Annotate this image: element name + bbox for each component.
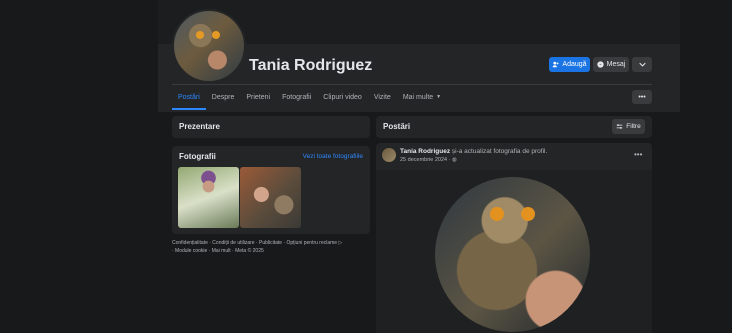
- tab-photos[interactable]: Fotografii: [276, 86, 317, 108]
- tab-about[interactable]: Despre: [206, 86, 241, 108]
- message-label: Mesaj: [606, 61, 626, 68]
- photo-thumbnail[interactable]: [240, 167, 301, 228]
- footer-line[interactable]: Confidențialitate · Condiții de utilizar…: [172, 240, 372, 248]
- photos-card: Fotografii Vezi toate fotografiile: [172, 146, 370, 234]
- tab-checkins[interactable]: Vizite: [368, 86, 397, 108]
- tab-posts[interactable]: Postări: [172, 86, 206, 110]
- more-dots-icon: •••: [638, 93, 646, 101]
- more-options-button[interactable]: [632, 57, 652, 72]
- tab-more[interactable]: Mai multe ▼: [397, 86, 447, 108]
- intro-title: Prezentare: [179, 122, 220, 131]
- see-all-photos-link[interactable]: Vezi toate fotografiile: [303, 153, 363, 160]
- profile-name: Tania Rodriguez: [249, 57, 373, 74]
- posts-title: Postări: [383, 122, 411, 131]
- globe-icon: ◍: [451, 157, 457, 163]
- filter-label: Filtre: [626, 123, 641, 130]
- add-friend-button[interactable]: Adaugă: [549, 57, 590, 72]
- post-action-text: și-a actualizat fotografia de profil.: [451, 148, 548, 155]
- tab-more-label: Mai multe: [402, 93, 434, 101]
- message-button[interactable]: Mesaj: [593, 57, 629, 72]
- post-options-button[interactable]: •••: [634, 150, 642, 159]
- add-person-icon: [553, 61, 560, 68]
- post-profile-photo[interactable]: [435, 177, 590, 332]
- photos-title: Fotografii: [179, 152, 216, 161]
- photo-thumbnail[interactable]: [178, 167, 239, 228]
- owl-eye-decoration: [212, 31, 220, 39]
- intro-card: Prezentare: [172, 116, 370, 138]
- footer-links: Confidențialitate · Condiții de utilizar…: [172, 240, 372, 255]
- nav-more-button[interactable]: •••: [632, 90, 652, 104]
- add-friend-label: Adaugă: [562, 61, 587, 68]
- sliders-icon: [616, 124, 623, 129]
- more-dots-icon: •••: [634, 150, 643, 159]
- post-author-line: Tania Rodriguez și-a actualizat fotograf…: [400, 148, 547, 155]
- tab-friends[interactable]: Prieteni: [240, 86, 276, 108]
- post-author-name[interactable]: Tania Rodriguez: [400, 148, 450, 155]
- owl-eye-decoration: [196, 31, 204, 39]
- post-date-text: 25 decembrie 2024 ·: [400, 157, 451, 163]
- header-divider: [172, 84, 652, 85]
- profile-tabs: Postări Despre Prieteni Fotografii Clipu…: [172, 86, 447, 110]
- caret-down-icon: ▼: [436, 94, 442, 100]
- footer-line[interactable]: · Module cookie · Mai mult · Meta © 2025: [172, 248, 372, 256]
- post-author-avatar[interactable]: [382, 148, 396, 162]
- owl-eye-decoration: [521, 207, 535, 221]
- posts-header-card: Postări: [376, 116, 652, 138]
- tab-videos[interactable]: Clipuri video: [317, 86, 368, 108]
- post-date[interactable]: 25 decembrie 2024 · ◍: [400, 157, 457, 163]
- owl-eye-decoration: [490, 207, 504, 221]
- filter-button[interactable]: Filtre: [612, 119, 645, 134]
- chevron-down-icon: [638, 62, 646, 67]
- messenger-icon: [597, 61, 604, 68]
- profile-avatar[interactable]: [172, 9, 246, 83]
